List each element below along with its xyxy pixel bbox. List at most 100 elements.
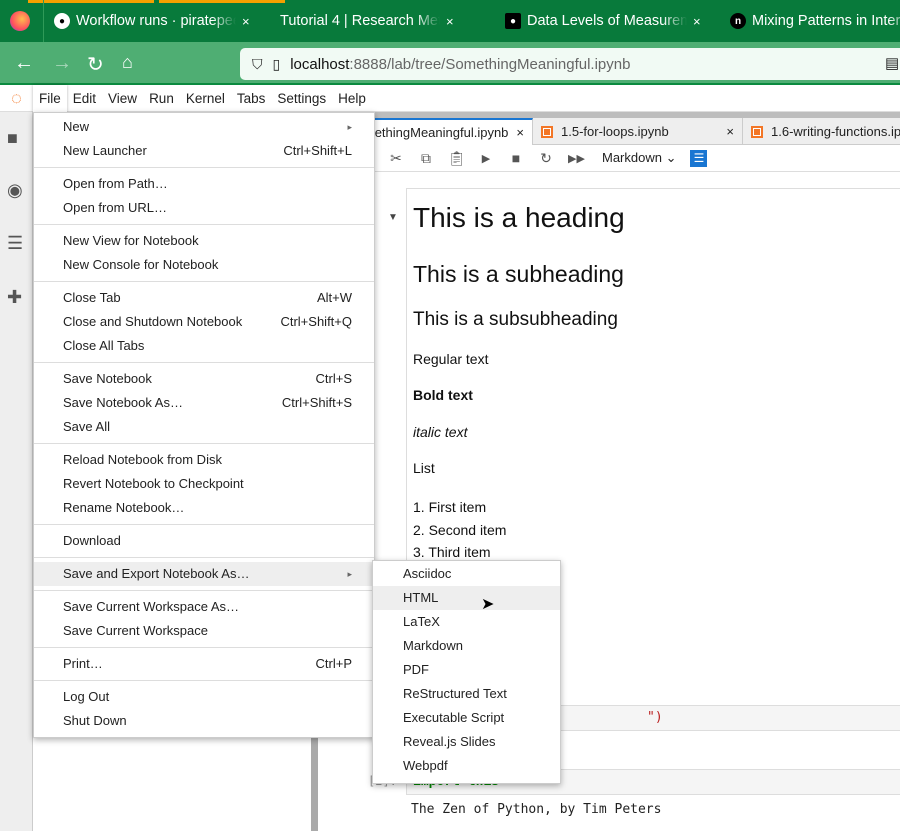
file-menu-item[interactable]: Open from Path… <box>34 172 374 196</box>
browser-tab[interactable]: ●Data Levels of Measurement× <box>505 0 701 42</box>
collapse-icon[interactable]: ▼ <box>388 212 398 223</box>
reload-icon[interactable]: ↻ <box>87 52 104 77</box>
file-menu-item[interactable]: Save Current Workspace As… <box>34 595 374 619</box>
file-menu-item[interactable]: Rename Notebook… <box>34 496 374 520</box>
submenu-arrow-icon: ▸ <box>347 569 352 579</box>
export-format-item[interactable]: LaTeX <box>373 610 560 634</box>
bold-text: Bold text <box>413 387 473 403</box>
heading-3: This is a subsubheading <box>413 309 618 330</box>
file-menu-item[interactable]: Close and Shutdown Notebook Ctrl+Shift+Q <box>34 310 374 334</box>
menu-separator <box>34 590 374 591</box>
github-icon: ● <box>54 13 70 29</box>
stop-icon[interactable]: ■ <box>508 150 524 166</box>
copy-icon[interactable]: ⧉ <box>418 150 434 167</box>
file-menu-item[interactable]: Reload Notebook from Disk <box>34 448 374 472</box>
cell-type-select[interactable]: Markdown ⌄ <box>602 150 676 166</box>
shield-icon[interactable]: ⛉ <box>252 56 263 73</box>
file-menu-item[interactable]: Save Notebook As… Ctrl+Shift+S <box>34 391 374 415</box>
forward-icon[interactable]: → <box>52 52 72 75</box>
export-format-item[interactable]: PDF <box>373 658 560 682</box>
back-icon[interactable]: ← <box>14 52 34 75</box>
firefox-icon[interactable] <box>10 11 30 31</box>
toc-icon[interactable]: ☰ <box>7 233 23 254</box>
close-tab-icon[interactable]: × <box>446 14 454 29</box>
regular-text: Regular text <box>413 351 489 367</box>
heading-2: This is a subheading <box>413 261 624 287</box>
menu-help[interactable]: Help <box>332 85 372 112</box>
file-menu-item[interactable]: New View for Notebook <box>34 229 374 253</box>
file-menu-item[interactable]: Revert Notebook to Checkpoint <box>34 472 374 496</box>
browser-tab[interactable]: ● Workflow runs · piratepeel × <box>54 0 250 42</box>
file-menu-item[interactable]: New ▸ <box>34 115 374 139</box>
close-icon[interactable]: × <box>726 124 734 139</box>
jupyter-logo-icon: ◌ <box>11 87 22 108</box>
mouse-cursor-icon: ➤ <box>481 596 495 613</box>
italic-text: italic text <box>413 424 468 440</box>
menu-separator <box>34 443 374 444</box>
file-menu-item[interactable]: Open from URL… <box>34 196 374 220</box>
notebook-icon <box>541 125 553 138</box>
heading-1: This is a heading <box>413 202 625 233</box>
file-menu-item[interactable]: Save Notebook Ctrl+S <box>34 367 374 391</box>
file-menu-item[interactable]: Close Tab Alt+W <box>34 286 374 310</box>
export-format-item[interactable]: ReStructured Text <box>373 682 560 706</box>
menu-run[interactable]: Run <box>143 85 180 112</box>
close-tab-icon[interactable]: × <box>242 14 250 29</box>
file-menu-item[interactable]: Save and Export Notebook As… ▸ <box>34 562 374 586</box>
menu-view[interactable]: View <box>102 85 143 112</box>
shortcut: Ctrl+S <box>315 371 352 386</box>
doc-tab[interactable]: 1.6-writing-functions.ipynb <box>743 118 900 145</box>
doc-tab[interactable]: 1.5-for-loops.ipynb × <box>533 118 743 145</box>
file-menu-item[interactable]: Save All <box>34 415 374 439</box>
run-all-icon[interactable]: ▶▶ <box>568 152 585 165</box>
export-format-item[interactable]: Reveal.js Slides <box>373 730 560 754</box>
menu-separator <box>34 647 374 648</box>
file-menu-item[interactable]: Close All Tabs <box>34 334 374 358</box>
menu-separator <box>34 167 374 168</box>
left-sidebar: ■ ◉ ☰ ✚ <box>0 112 33 831</box>
shortcut: Ctrl+Shift+Q <box>280 314 352 329</box>
file-menu-item[interactable]: Print… Ctrl+P <box>34 652 374 676</box>
property-inspector-icon[interactable]: ☰ <box>690 149 708 167</box>
file-menu-item[interactable]: New Console for Notebook <box>34 253 374 277</box>
export-format-item[interactable]: Markdown <box>373 634 560 658</box>
file-menu-item[interactable]: Log Out <box>34 685 374 709</box>
extension-icon[interactable]: ✚ <box>7 287 22 308</box>
menu-kernel[interactable]: Kernel <box>180 85 231 112</box>
menu-edit[interactable]: Edit <box>67 85 102 112</box>
file-menu-item[interactable]: Download <box>34 529 374 553</box>
scrollbar[interactable] <box>311 735 318 831</box>
paste-icon[interactable]: 📋︎ <box>448 150 466 167</box>
menu-settings[interactable]: Settings <box>271 85 332 112</box>
folder-icon[interactable]: ■ <box>7 128 18 149</box>
export-format-item[interactable]: Asciidoc <box>373 562 560 586</box>
browser-tab[interactable]: nMixing Patterns in Interactions <box>730 0 900 42</box>
file-menu-item[interactable]: Save Current Workspace <box>34 619 374 643</box>
restart-icon[interactable]: ↻ <box>538 150 554 167</box>
cut-icon[interactable]: ✂ <box>388 150 404 167</box>
run-icon[interactable]: ▶ <box>478 152 494 165</box>
browser-tab[interactable]: Tutorial 4 | Research Methods× <box>280 0 454 42</box>
export-format-item[interactable]: Executable Script <box>373 706 560 730</box>
menu-separator <box>34 524 374 525</box>
menu-separator <box>34 281 374 282</box>
home-icon[interactable]: ⌂ <box>122 52 133 73</box>
file-menu: New ▸ New Launcher Ctrl+Shift+L Open from Pa… <box>33 112 375 738</box>
notebook-toolbar: ✂ ⧉ 📋︎ ▶ ■ ↻ ▶▶ Markdown ⌄ ☰ <box>318 145 900 172</box>
export-format-item[interactable]: HTML <box>373 586 560 610</box>
url-bar[interactable]: ⛉ ▯ localhost:8888/lab/tree/SomethingMea… <box>240 48 900 80</box>
browser-tab-bar: ● Workflow runs · piratepeel × Tutorial 4 … <box>0 0 900 42</box>
export-format-item[interactable]: Webpdf <box>373 754 560 778</box>
file-menu-item[interactable]: Shut Down <box>34 709 374 733</box>
menu-tabs[interactable]: Tabs <box>231 85 272 112</box>
submenu-arrow-icon: ▸ <box>347 122 352 132</box>
menu-file[interactable]: File <box>33 84 67 112</box>
close-tab-icon[interactable]: × <box>693 14 701 29</box>
ordered-list: 1. First item 2. Second item 3. Third it… <box>413 499 507 560</box>
menu-separator <box>34 362 374 363</box>
close-icon[interactable]: × <box>516 125 524 140</box>
shortcut: Ctrl+Shift+L <box>283 143 352 158</box>
reader-view-icon[interactable]: ▤ <box>885 54 899 72</box>
running-icon[interactable]: ◉ <box>7 180 23 201</box>
file-menu-item[interactable]: New Launcher Ctrl+Shift+L <box>34 139 374 163</box>
